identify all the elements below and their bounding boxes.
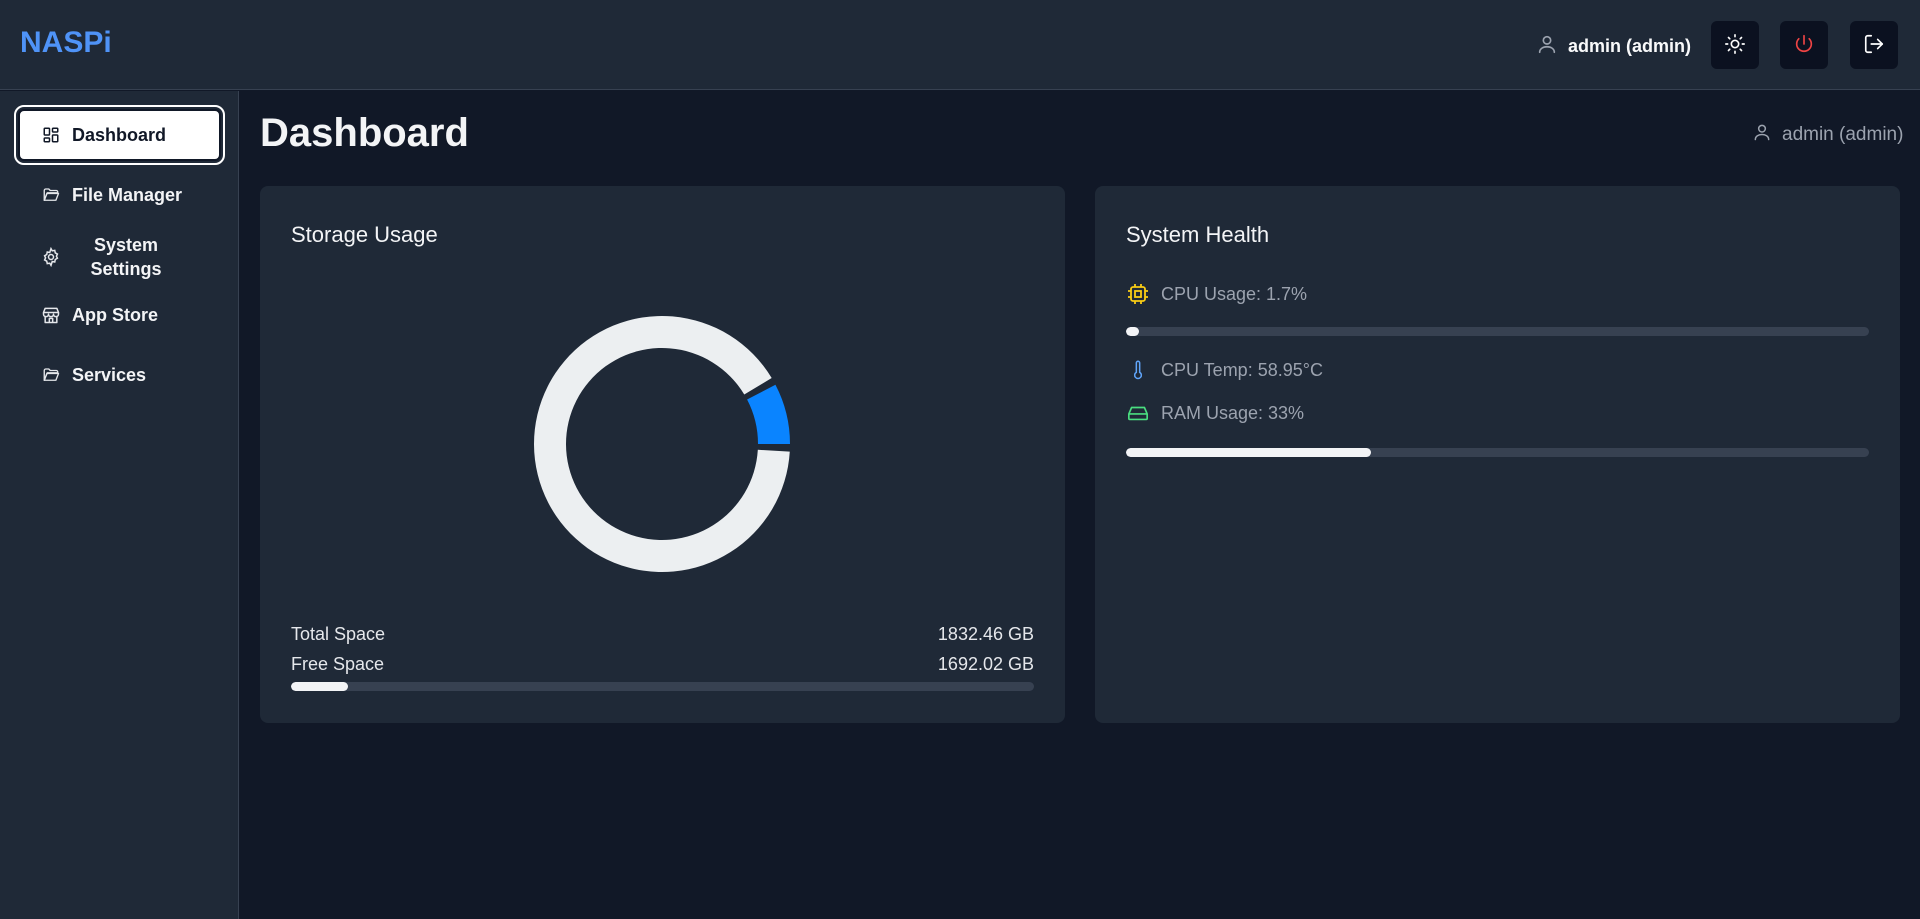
logout-button[interactable] xyxy=(1850,21,1898,69)
sidebar-item-label: Dashboard xyxy=(72,124,167,145)
thermometer-icon xyxy=(1125,357,1151,383)
top-bar: NASPi admin (admin) xyxy=(0,0,1920,90)
storage-used-bar xyxy=(291,682,1034,691)
storage-used-bar-fill xyxy=(291,682,348,691)
free-space-value: 1692.02 GB xyxy=(937,654,1034,674)
sidebar-item-services[interactable]: Services xyxy=(18,355,221,395)
storage-donut-chart xyxy=(534,316,790,572)
user-icon xyxy=(1752,122,1772,148)
gear-icon xyxy=(40,247,62,267)
power-icon xyxy=(1793,33,1815,58)
folder-icon xyxy=(40,186,62,204)
page-user: admin (admin) xyxy=(1752,122,1903,148)
folder-icon xyxy=(40,366,62,384)
donut-free-slice xyxy=(534,316,790,572)
cpu-temp-label: CPU Temp: 58.95°C xyxy=(1161,359,1323,380)
header-user-label: admin (admin) xyxy=(1568,36,1692,56)
cpu-usage-bar-fill xyxy=(1126,327,1139,336)
dashboard-icon xyxy=(40,126,62,144)
donut-used-slice xyxy=(747,384,790,444)
logout-icon xyxy=(1863,33,1885,58)
ram-usage-metric: RAM Usage: 33% xyxy=(1125,402,1304,424)
page-title: Dashboard xyxy=(260,111,469,155)
storage-usage-card: Storage Usage Total Space 1832.46 GB Fre… xyxy=(260,186,1065,723)
cpu-temp-metric: CPU Temp: 58.95°C xyxy=(1125,357,1323,383)
sidebar-item-file-manager[interactable]: File Manager xyxy=(18,175,221,215)
store-icon xyxy=(40,305,62,325)
storage-card-title: Storage Usage xyxy=(291,222,438,247)
power-button[interactable] xyxy=(1780,21,1828,69)
free-space-label: Free Space xyxy=(291,654,385,674)
sidebar-item-label: File Manager xyxy=(72,184,183,205)
sidebar-item-dashboard[interactable]: Dashboard xyxy=(14,105,225,165)
sidebar-item-system-settings[interactable]: System Settings xyxy=(18,229,221,285)
sidebar-item-label: Services xyxy=(72,364,147,385)
theme-toggle-button[interactable] xyxy=(1711,21,1759,69)
system-health-card: System Health CPU Usage: 1.7% CPU Temp: … xyxy=(1095,186,1900,723)
page-user-label: admin (admin) xyxy=(1782,124,1904,145)
hard-drive-icon xyxy=(1125,402,1151,424)
cpu-usage-metric: CPU Usage: 1.7% xyxy=(1125,282,1307,306)
ram-usage-label: RAM Usage: 33% xyxy=(1161,402,1305,423)
sidebar: Dashboard File Manager System Settings A… xyxy=(0,91,239,919)
health-card-title: System Health xyxy=(1126,222,1270,247)
user-icon xyxy=(1536,33,1558,60)
ram-usage-bar xyxy=(1126,448,1869,457)
total-space-label: Total Space xyxy=(291,624,386,644)
ram-usage-bar-fill xyxy=(1126,448,1372,457)
sidebar-item-app-store[interactable]: App Store xyxy=(18,295,221,335)
sidebar-item-label: System Settings xyxy=(90,235,162,279)
cpu-usage-label: CPU Usage: 1.7% xyxy=(1161,283,1308,304)
brand-logo[interactable]: NASPi xyxy=(20,26,112,60)
header-user: admin (admin) xyxy=(1536,33,1691,60)
cpu-icon xyxy=(1125,282,1151,306)
total-space-value: 1832.46 GB xyxy=(937,624,1034,644)
sun-icon xyxy=(1724,33,1746,58)
sidebar-item-label: App Store xyxy=(72,304,159,325)
cpu-usage-bar xyxy=(1126,327,1869,336)
